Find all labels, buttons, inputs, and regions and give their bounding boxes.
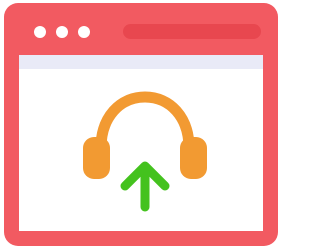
browser-window xyxy=(4,3,278,246)
upload-arrow-icon xyxy=(120,161,170,212)
window-dot-icon[interactable] xyxy=(56,26,68,38)
window-titlebar xyxy=(4,3,278,55)
illustration xyxy=(83,91,207,212)
address-bar[interactable] xyxy=(123,24,261,39)
window-dot-icon[interactable] xyxy=(34,26,46,38)
window-content xyxy=(19,55,263,231)
window-dot-icon[interactable] xyxy=(78,26,90,38)
